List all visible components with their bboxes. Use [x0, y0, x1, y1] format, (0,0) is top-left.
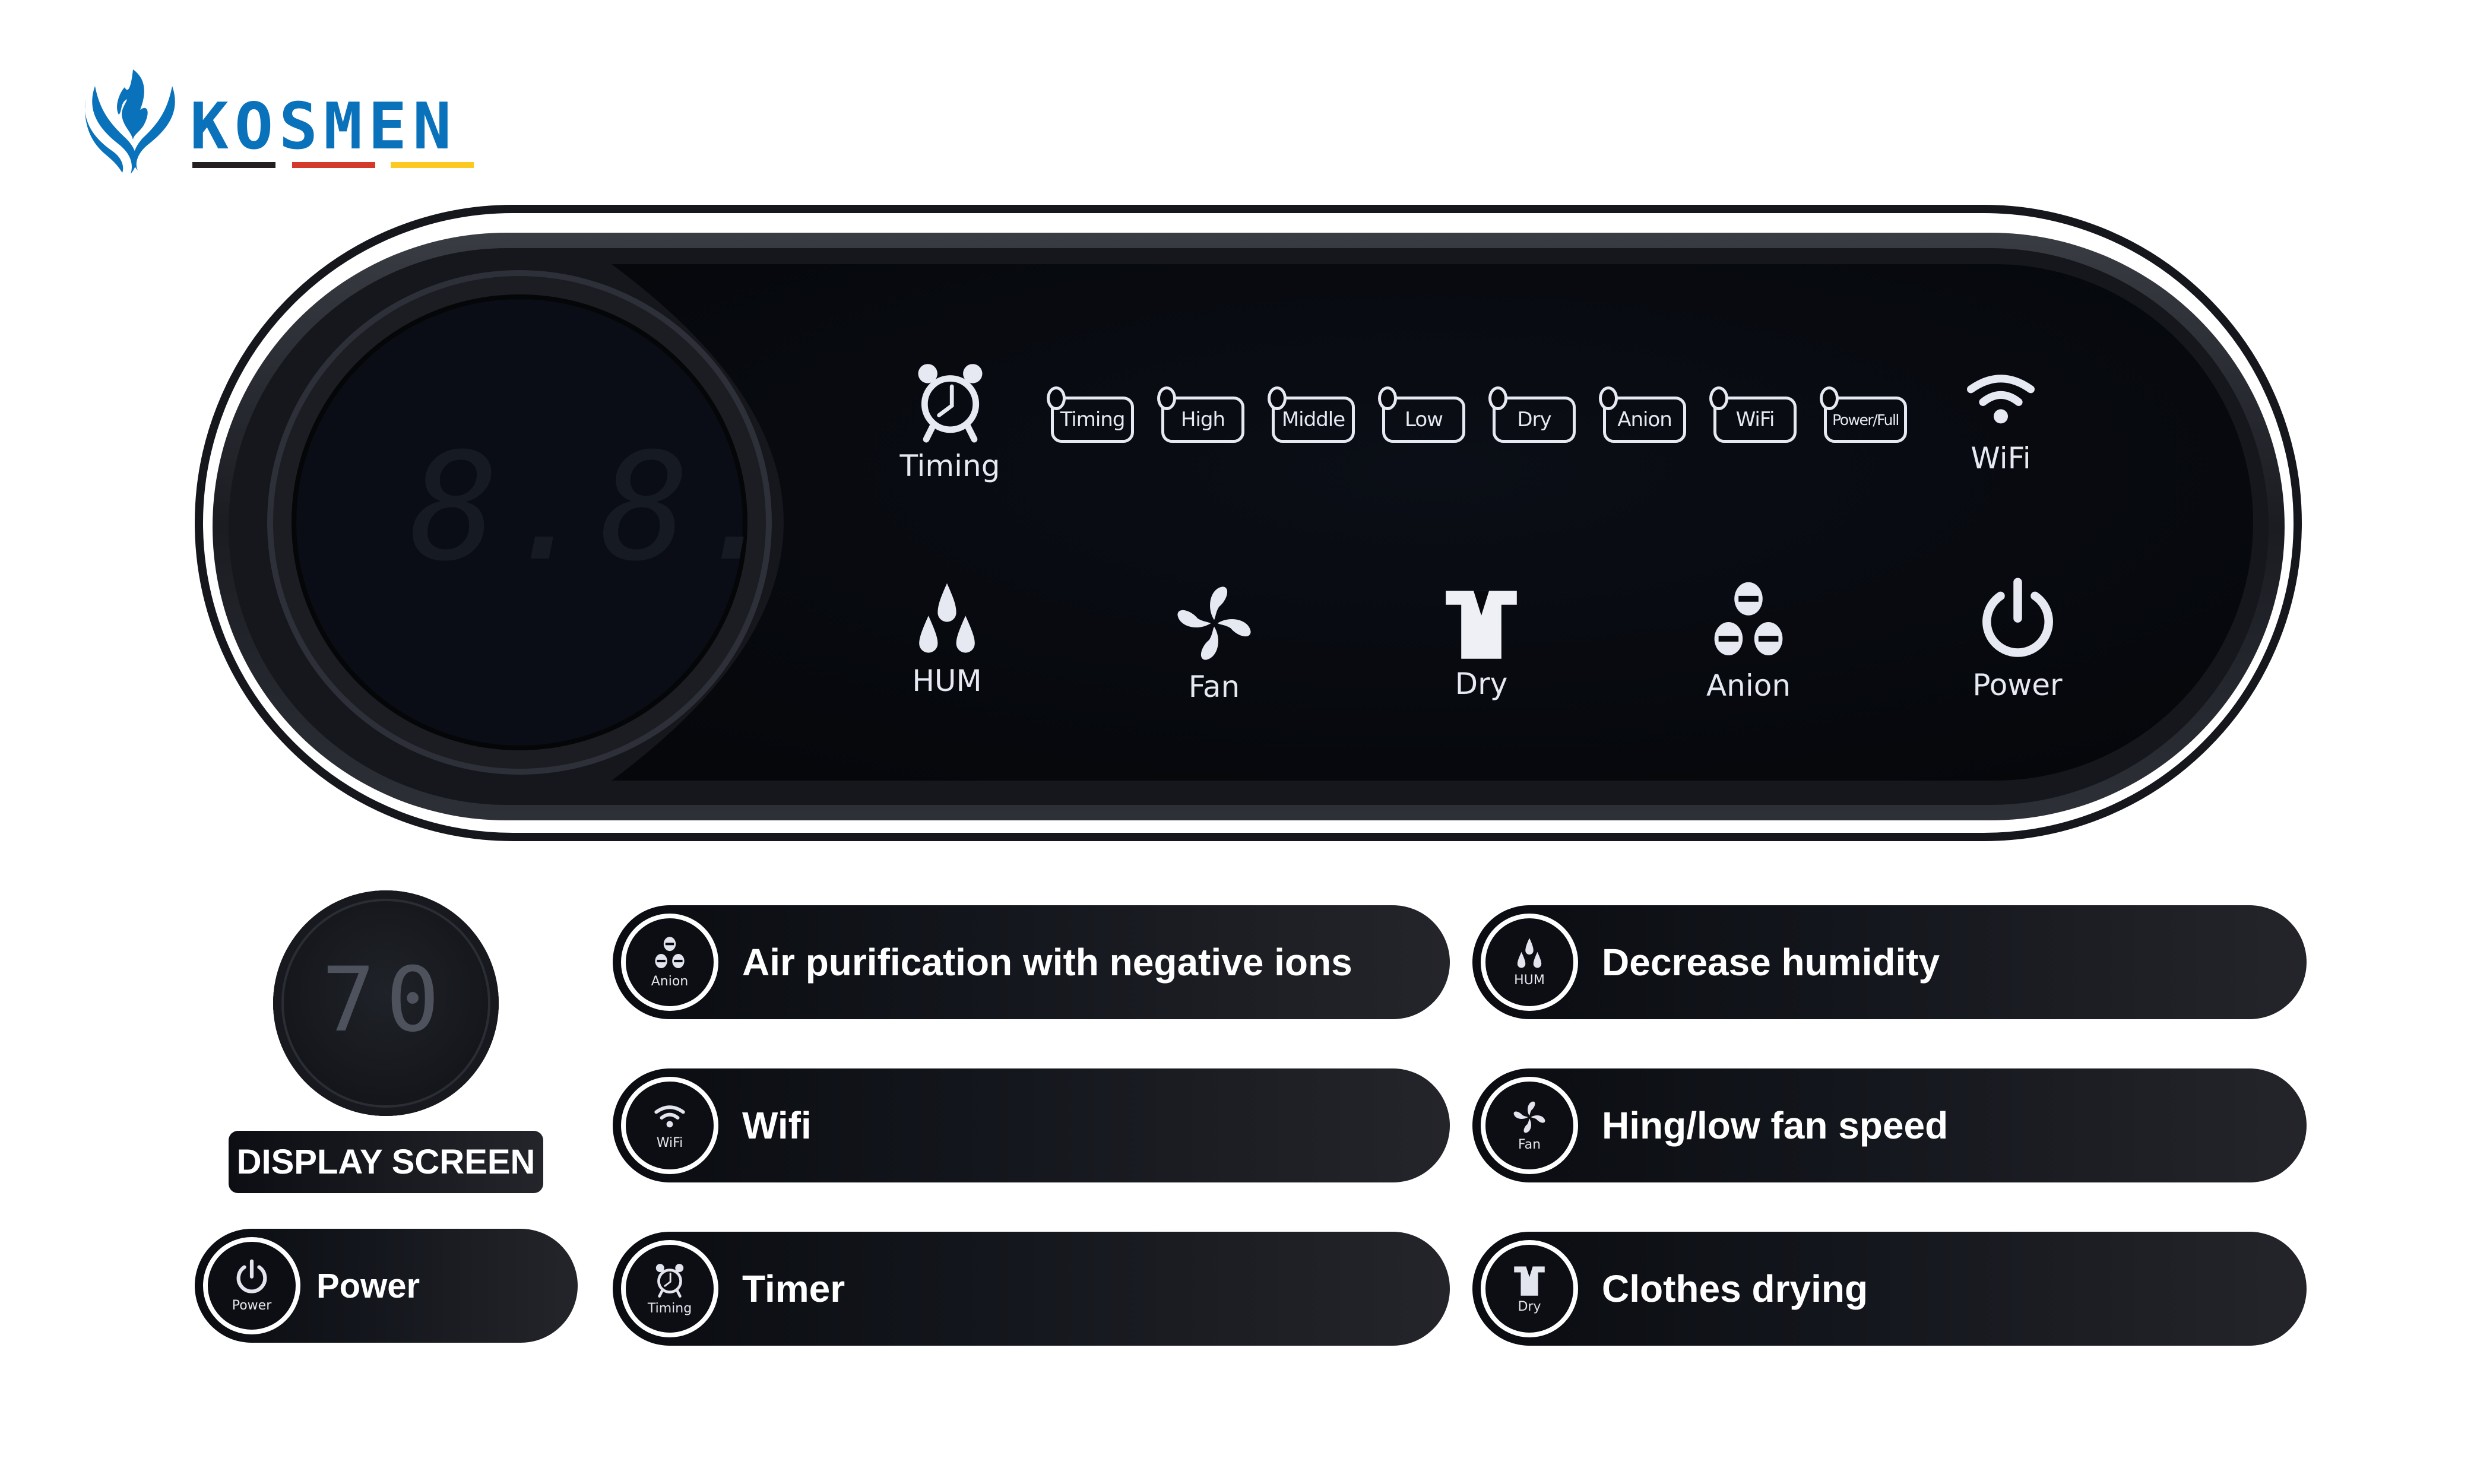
legend-badge-wifi: WiFi	[621, 1077, 718, 1174]
shirt-icon	[1511, 1264, 1548, 1297]
indicator-high: High	[1157, 386, 1244, 443]
glass-touch-area	[612, 264, 2253, 781]
legend-item-fan: Fan Hing/low fan speed	[1472, 1068, 2307, 1182]
fan-icon	[1173, 582, 1256, 665]
legend-item-dry: Dry Clothes drying	[1472, 1232, 2307, 1346]
legend-badge-power: Power	[203, 1237, 300, 1334]
legend-text: Wifi	[742, 1104, 812, 1147]
power-button[interactable]: Power	[1940, 577, 2095, 702]
fan-icon	[1512, 1099, 1547, 1135]
hum-button-label: HUM	[912, 664, 982, 698]
alarm-clock-icon	[910, 361, 990, 444]
power-icon	[233, 1259, 270, 1296]
power-button-label: Power	[1972, 668, 2063, 702]
indicator-middle: Middle	[1268, 386, 1355, 443]
badge-label: WiFi	[656, 1135, 683, 1150]
seven-segment-display: 8.8.	[410, 421, 791, 594]
indicator-dry: Dry	[1488, 386, 1576, 443]
badge-label: Anion	[651, 974, 689, 989]
badge-label: Fan	[1518, 1137, 1541, 1152]
power-icon	[1975, 577, 2061, 663]
legend-text: Power	[316, 1266, 420, 1305]
legend-badge-anion: Anion	[621, 914, 718, 1011]
badge-label: Dry	[1518, 1299, 1541, 1314]
wifi-icon	[1956, 365, 2045, 436]
indicator-power-full: Power/Full	[1820, 386, 1907, 443]
timing-button-label: Timing	[899, 449, 1000, 483]
dry-button-label: Dry	[1455, 667, 1508, 701]
badge-label: Timing	[647, 1301, 692, 1316]
anion-button[interactable]: Anion	[1671, 581, 1826, 703]
legend-text: Clothes drying	[1602, 1267, 1868, 1310]
legend-badge-timer: Timing	[621, 1240, 718, 1337]
indicator-low: Low	[1378, 386, 1465, 443]
wifi-button-label: WiFi	[1971, 441, 2031, 475]
timing-button[interactable]: Timing	[873, 361, 1027, 483]
water-drops-icon	[1513, 937, 1546, 971]
legend-badge-dry: Dry	[1481, 1240, 1578, 1337]
wifi-icon	[651, 1101, 689, 1133]
legend-text: Timer	[742, 1267, 845, 1310]
legend-text: Air purification with negative ions	[742, 941, 1352, 984]
shirt-icon	[1434, 585, 1529, 662]
negative-ions-icon	[1704, 581, 1793, 664]
legend-text: Hing/low fan speed	[1602, 1104, 1949, 1147]
legend-badge-fan: Fan	[1481, 1077, 1578, 1174]
alarm-clock-icon	[652, 1262, 687, 1299]
display-screen-label: DISPLAY SCREEN	[229, 1131, 543, 1193]
badge-label: HUM	[1514, 972, 1545, 988]
legend-text: Decrease humidity	[1602, 941, 1940, 984]
legend-item-hum: HUM Decrease humidity	[1472, 905, 2307, 1019]
dry-button[interactable]: Dry	[1404, 585, 1558, 701]
wifi-button[interactable]: WiFi	[1924, 365, 2078, 475]
hum-button[interactable]: HUM	[870, 582, 1024, 698]
indicator-timing: Timing	[1047, 386, 1134, 443]
indicator-anion: Anion	[1599, 386, 1686, 443]
legend-badge-hum: HUM	[1481, 914, 1578, 1011]
water-drops-icon	[908, 582, 986, 659]
legend-item-power: Power Power	[195, 1229, 578, 1343]
legend-item-timer: Timing Timer	[613, 1232, 1450, 1346]
indicator-wifi: WiFi	[1709, 386, 1797, 443]
legend-item-anion: Anion Air purification with negative ion…	[613, 905, 1450, 1019]
negative-ions-icon	[652, 936, 688, 972]
badge-label: Power	[232, 1298, 272, 1313]
display-screen-value: 70	[321, 949, 451, 1052]
fan-button-label: Fan	[1188, 670, 1240, 704]
legend-item-wifi: WiFi Wifi	[613, 1068, 1450, 1182]
anion-button-label: Anion	[1706, 668, 1791, 703]
fan-button[interactable]: Fan	[1137, 582, 1291, 704]
control-panel	[195, 205, 2302, 841]
